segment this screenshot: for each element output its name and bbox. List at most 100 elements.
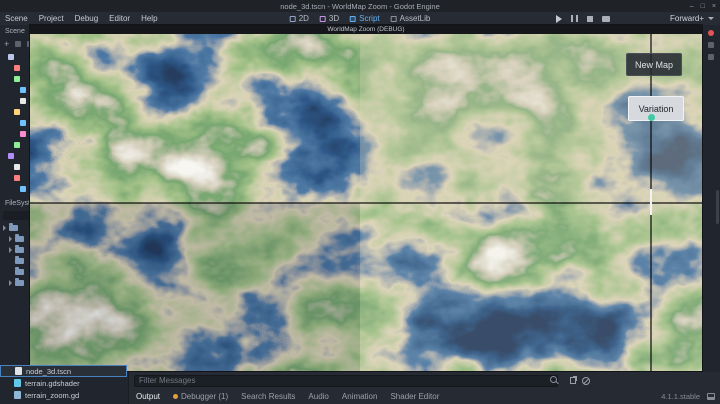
- search-icon: [550, 375, 559, 385]
- minimize-icon[interactable]: –: [690, 3, 694, 10]
- window-controls: – □ ×: [690, 0, 716, 12]
- tab-output[interactable]: Output: [136, 392, 160, 401]
- tab-3d[interactable]: 3D: [319, 14, 340, 23]
- record-icon[interactable]: [708, 30, 714, 36]
- node-icon[interactable]: [14, 164, 20, 170]
- close-icon[interactable]: ×: [712, 3, 716, 10]
- menu-help[interactable]: Help: [141, 14, 157, 23]
- crosshair-horizontal: [30, 202, 702, 204]
- debugger-warning-dot: [173, 394, 179, 399]
- file-name: node_3d.tscn: [26, 366, 72, 376]
- tab-search-results[interactable]: Search Results: [241, 392, 295, 401]
- node-icon[interactable]: [20, 87, 26, 93]
- script-icon: [350, 15, 357, 22]
- godot-editor: node_3d.tscn - WorldMap Zoom - Godot Eng…: [0, 0, 720, 404]
- tab-3d-label: 3D: [328, 14, 340, 23]
- 3d-icon: [319, 15, 326, 22]
- tab-debugger[interactable]: Debugger (1): [173, 392, 228, 401]
- version-label: 4.1.1.stable: [661, 392, 700, 401]
- main-menu: Scene Project Debug Editor Help: [0, 14, 158, 23]
- output-filter-row: [129, 372, 720, 389]
- 2d-icon: [289, 15, 296, 22]
- file-name: terrain.gdshader: [25, 378, 80, 388]
- dock-icon[interactable]: [708, 54, 714, 60]
- right-dock-strip: [702, 25, 720, 372]
- node-icon[interactable]: [14, 109, 20, 115]
- movie-mode-icon[interactable]: [602, 15, 610, 22]
- node-icon[interactable]: [20, 98, 26, 104]
- file-row-shader[interactable]: terrain.gdshader: [0, 377, 127, 389]
- bottom-tabs: Output Debugger (1) Search Results Audio…: [129, 389, 720, 404]
- expand-panel-icon[interactable]: [707, 393, 715, 400]
- filter-messages-input[interactable]: [134, 374, 558, 387]
- caret-icon: [3, 224, 6, 231]
- tab-2d[interactable]: 2D: [289, 14, 309, 23]
- tab-audio-label: Audio: [308, 392, 329, 401]
- clear-output-icon[interactable]: [582, 376, 590, 385]
- tab-2d-label: 2D: [298, 14, 309, 23]
- node-icon[interactable]: [14, 76, 20, 82]
- scene-file-icon: [15, 367, 22, 375]
- new-map-button[interactable]: New Map: [626, 53, 682, 76]
- instance-scene-icon[interactable]: [15, 40, 22, 47]
- tab-script-label: Script: [359, 14, 380, 23]
- new-map-label: New Map: [634, 59, 673, 70]
- workspace-tabs: 2D 3D Script AssetLib: [289, 14, 431, 23]
- file-row-scene[interactable]: node_3d.tscn: [0, 365, 127, 377]
- game-titlebar[interactable]: WorldMap Zoom (DEBUG): [30, 25, 702, 34]
- node-icon[interactable]: [20, 120, 26, 126]
- dark-quadrant-overlay: [30, 203, 360, 371]
- variation-button[interactable]: Variation: [628, 96, 684, 121]
- run-controls: [556, 14, 610, 23]
- scrollbar[interactable]: [716, 190, 719, 224]
- variation-label: Variation: [638, 103, 674, 114]
- file-name: terrain_zoom.gd: [25, 390, 80, 400]
- add-node-icon[interactable]: +: [4, 39, 9, 49]
- menubar: Scene Project Debug Editor Help 2D 3D Sc…: [0, 12, 720, 25]
- chevron-down-icon: [708, 17, 714, 20]
- copy-icon[interactable]: [570, 377, 576, 384]
- file-row-script[interactable]: terrain_zoom.gd: [0, 389, 127, 401]
- folder-icon: [15, 233, 24, 242]
- play-icon[interactable]: [556, 14, 562, 23]
- tab-shader-editor-label: Shader Editor: [390, 392, 440, 401]
- tab-script[interactable]: Script: [350, 14, 380, 23]
- filesystem-file-list: node_3d.tscn terrain.gdshader terrain_zo…: [0, 365, 127, 401]
- dock-icon[interactable]: [708, 42, 714, 48]
- node-icon[interactable]: [8, 153, 14, 159]
- node-icon[interactable]: [14, 65, 20, 71]
- maximize-icon[interactable]: □: [701, 3, 705, 10]
- tab-audio[interactable]: Audio: [308, 392, 328, 401]
- caret-icon: [9, 279, 12, 286]
- map-cursor: [650, 189, 652, 215]
- pause-icon[interactable]: [571, 15, 578, 22]
- menu-scene[interactable]: Scene: [5, 14, 28, 23]
- node-icon[interactable]: [20, 131, 26, 137]
- node-icon[interactable]: [14, 142, 20, 148]
- tab-search-results-label: Search Results: [241, 392, 296, 401]
- tab-output-label: Output: [136, 392, 161, 401]
- menu-editor[interactable]: Editor: [109, 14, 130, 23]
- caret-icon: [9, 235, 12, 242]
- tab-assetlib[interactable]: AssetLib: [390, 14, 431, 23]
- folder-icon: [9, 222, 18, 231]
- worldmap-viewport[interactable]: New Map Variation: [30, 34, 702, 371]
- renderer-dropdown[interactable]: Forward+: [670, 14, 714, 23]
- node-icon[interactable]: [14, 175, 20, 181]
- shader-file-icon: [14, 379, 21, 387]
- script-file-icon: [14, 391, 21, 399]
- tab-animation-label: Animation: [341, 392, 378, 401]
- tab-assetlib-label: AssetLib: [399, 14, 431, 23]
- folder-icon: [15, 277, 24, 286]
- node-icon[interactable]: [8, 54, 14, 60]
- caret-icon: [9, 246, 12, 253]
- menu-debug[interactable]: Debug: [75, 14, 99, 23]
- node-icon[interactable]: [20, 186, 26, 192]
- tab-debugger-label: Debugger (1): [181, 392, 229, 401]
- stop-icon[interactable]: [587, 15, 593, 22]
- menu-project[interactable]: Project: [39, 14, 64, 23]
- tab-animation[interactable]: Animation: [342, 392, 378, 401]
- scene-dock-title[interactable]: Scene: [5, 28, 25, 35]
- tab-shader-editor[interactable]: Shader Editor: [390, 392, 439, 401]
- renderer-label: Forward+: [669, 14, 704, 23]
